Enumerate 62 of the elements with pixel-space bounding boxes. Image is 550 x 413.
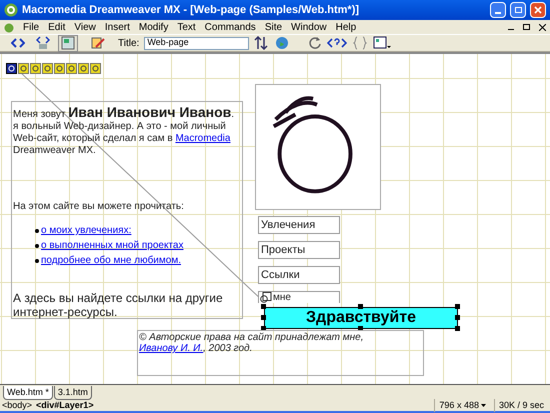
- layer-marker-icon[interactable]: [78, 63, 89, 74]
- close-button[interactable]: [530, 2, 546, 18]
- window-title: Macromedia Dreamweaver MX - [Web-page (Samples/Web.htm*)]: [22, 2, 360, 18]
- greeting-button[interactable]: Здравствуйте: [264, 307, 458, 329]
- nav-button[interactable]: Проекты: [258, 241, 340, 259]
- layer-marker-icon[interactable]: [42, 63, 53, 74]
- title-input[interactable]: Web-page: [144, 36, 250, 50]
- list-link[interactable]: о моих увлечениях:: [41, 225, 132, 237]
- file-transfer-icon[interactable]: [254, 36, 270, 50]
- bullet-icon: [35, 259, 39, 263]
- nav-button[interactable]: мне: [258, 291, 340, 303]
- view-options-icon[interactable]: [373, 36, 392, 50]
- menu-item[interactable]: View: [74, 20, 96, 34]
- menu-item[interactable]: File: [23, 20, 40, 34]
- minimize-button[interactable]: [490, 2, 506, 18]
- refresh-icon[interactable]: [308, 36, 322, 50]
- link[interactable]: Macromedia: [175, 133, 230, 144]
- download-time: 30K / 9 sec: [494, 398, 548, 412]
- layer-marker-icon[interactable]: [30, 63, 41, 74]
- list-link[interactable]: подробнее обо мне любимом.: [41, 255, 181, 267]
- nav-button[interactable]: Увлечения: [258, 216, 340, 234]
- tag-selector[interactable]: <div#Layer1>: [36, 398, 94, 412]
- split-view-button[interactable]: [33, 34, 53, 52]
- title-label: Title:: [118, 36, 140, 50]
- copyright-text: © Авторские права на сайт принадлежат мне, Иванову И. И., 2003 год.: [139, 332, 364, 354]
- menu-item[interactable]: Site: [264, 20, 282, 34]
- design-view-button[interactable]: [58, 34, 78, 52]
- layer-marker-icon[interactable]: [18, 63, 29, 74]
- layer-marker-icon[interactable]: [54, 63, 65, 74]
- intro-paragraph: Меня зовут Иван Иванович Иванов. я вольный Web-дизайнер. А это - мой личный Web-сайт, который сделал я сам в Macromedia Dreamweaver MX.: [13, 106, 236, 157]
- menu-item[interactable]: Window: [291, 20, 327, 34]
- nav-button[interactable]: Ссылки: [258, 266, 340, 284]
- document-tab[interactable]: Web.htm *: [3, 386, 53, 400]
- link[interactable]: Иванову И. И.: [139, 343, 204, 354]
- menu-item[interactable]: Insert: [104, 20, 130, 34]
- layer-marker-icon[interactable]: [90, 63, 101, 74]
- menu-item[interactable]: Text: [177, 20, 196, 34]
- read-heading: На этом сайте вы можете прочитать:: [13, 201, 185, 213]
- layer-anchor-icon: [260, 292, 272, 303]
- layer-marker-icon[interactable]: [66, 63, 77, 74]
- bullet-icon: [35, 244, 39, 248]
- document-tab[interactable]: 3.1.htm: [54, 386, 92, 400]
- menu-item[interactable]: Edit: [48, 20, 66, 34]
- menu-item[interactable]: Modify: [138, 20, 168, 34]
- tag-selector[interactable]: <body>: [2, 398, 32, 412]
- document-icon: [4, 22, 14, 32]
- restore-button[interactable]: [510, 2, 526, 18]
- layer-marker-icon[interactable]: [6, 63, 17, 74]
- pencil-icon[interactable]: [91, 36, 105, 50]
- code-reference-icon[interactable]: [327, 36, 348, 50]
- document-restore-icon[interactable]: [523, 24, 530, 30]
- list-link[interactable]: о выполненных мной проектах: [41, 240, 184, 252]
- close-icon: [534, 6, 542, 14]
- resources-text: А здесь вы найдете ссылки на другие интернет-ресурсы.: [13, 291, 224, 319]
- braces-icon[interactable]: [352, 36, 368, 50]
- document-close-icon[interactable]: [539, 24, 546, 30]
- window-size-menu[interactable]: 796 x 488: [434, 398, 490, 412]
- menu-item[interactable]: Commands: [204, 20, 256, 34]
- caret-icon: [480, 404, 486, 407]
- app-icon: [4, 3, 18, 17]
- menu-item[interactable]: Help: [336, 20, 356, 34]
- bullet-icon: [35, 229, 39, 233]
